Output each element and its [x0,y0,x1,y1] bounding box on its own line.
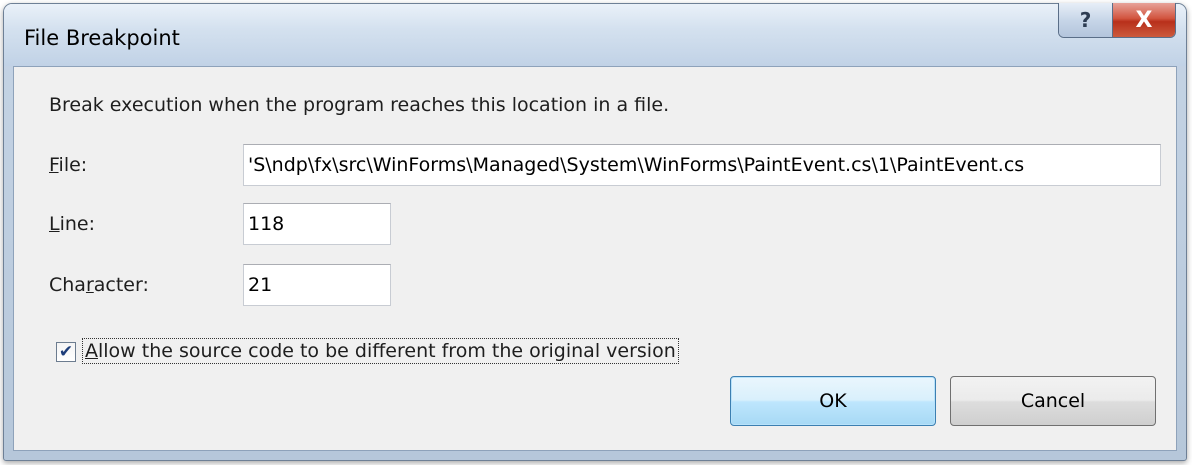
dialog-title: File Breakpoint [24,26,180,50]
close-button[interactable]: X [1113,3,1175,37]
help-button[interactable]: ? [1059,3,1113,37]
file-breakpoint-dialog: File Breakpoint ? X Break execution when… [3,3,1187,461]
file-input[interactable]: 'S\ndp\fx\src\WinForms\Managed\System\Wi… [243,144,1161,186]
line-label: Line: [49,213,96,235]
dialog-body: Break execution when the program reaches… [13,66,1177,451]
allow-different-source-checkbox[interactable]: ✔ [56,342,76,362]
close-icon: X [1135,7,1153,33]
character-label: Character: [49,274,149,296]
title-bar[interactable]: File Breakpoint ? X [4,3,1186,66]
allow-different-source-label[interactable]: Allow the source code to be different fr… [82,338,679,364]
line-input[interactable]: 118 [243,203,391,245]
file-label: File: [49,154,88,176]
checkmark-icon: ✔ [58,342,74,362]
cancel-button[interactable]: Cancel [950,376,1156,426]
help-icon: ? [1079,8,1092,32]
caption-buttons: ? X [1058,3,1176,38]
description-text: Break execution when the program reaches… [49,94,670,116]
ok-button[interactable]: OK [730,376,936,426]
character-input[interactable]: 21 [243,264,391,306]
